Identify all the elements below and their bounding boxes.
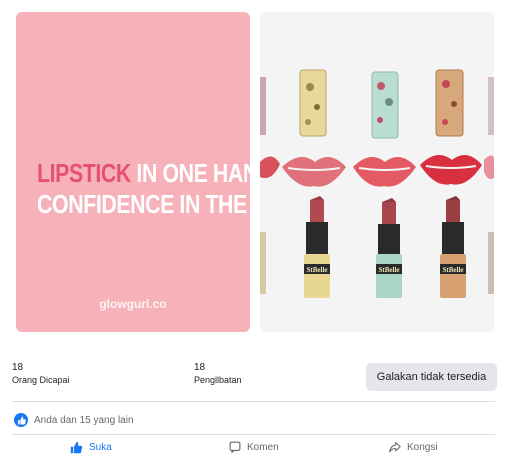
stats-divider bbox=[12, 401, 495, 402]
product-brand-label: StBelle bbox=[443, 266, 464, 274]
lip-print-row bbox=[260, 155, 494, 187]
promo-quote-image[interactable]: LIPSTICK IN ONE HAND CONFIDENCE IN THE O… bbox=[16, 12, 250, 332]
actions-divider bbox=[12, 434, 495, 435]
lipstick-product-photo[interactable]: StBelle StBelle StBelle bbox=[260, 12, 494, 332]
brand-watermark: glowgurl.co bbox=[99, 297, 167, 311]
share-button-label: Kongsi bbox=[407, 441, 438, 453]
promo-line-1: LIPSTICK IN ONE HAND bbox=[37, 158, 250, 189]
promo-line-2: CONFIDENCE IN THE OTHER bbox=[37, 189, 250, 219]
like-button[interactable]: Suka bbox=[70, 441, 112, 454]
reach-count: 18 bbox=[12, 362, 24, 373]
engagement-label: Pengllbatan bbox=[194, 375, 242, 385]
engagement-stat: 18 Pengllbatan bbox=[194, 362, 242, 386]
reach-label: Orang Dicapai bbox=[12, 375, 70, 385]
comment-button[interactable]: Komen bbox=[229, 441, 279, 453]
thumbs-up-icon bbox=[70, 441, 83, 454]
like-button-label: Suka bbox=[89, 442, 112, 453]
post-insights-bar: 18 Orang Dicapai 18 Pengllbatan Galakan … bbox=[0, 360, 505, 396]
promo-line-1-rest: IN ONE HAND bbox=[136, 158, 250, 188]
boost-unavailable-button[interactable]: Galakan tidak tersedia bbox=[366, 363, 497, 391]
post-image-gallery: LIPSTICK IN ONE HAND CONFIDENCE IN THE O… bbox=[0, 0, 505, 340]
promo-highlight-word: LIPSTICK bbox=[37, 158, 131, 188]
lipstick-bullet-row: StBelle StBelle StBelle bbox=[260, 196, 494, 298]
lipstick-product-illustration: StBelle StBelle StBelle bbox=[260, 69, 494, 298]
product-brand-label: StBelle bbox=[307, 266, 328, 274]
share-arrow-icon bbox=[389, 441, 401, 453]
share-button[interactable]: Kongsi bbox=[389, 441, 438, 453]
engagement-count: 18 bbox=[194, 362, 206, 373]
product-brand-label: StBelle bbox=[379, 266, 400, 274]
post-action-bar: Suka Komen Kongsi bbox=[0, 441, 505, 455]
like-reaction-icon bbox=[14, 413, 28, 427]
reach-stat: 18 Orang Dicapai bbox=[12, 362, 70, 386]
comment-icon bbox=[229, 441, 241, 453]
reaction-summary[interactable]: Anda dan 15 yang lain bbox=[14, 412, 134, 428]
reaction-summary-text: Anda dan 15 yang lain bbox=[34, 414, 134, 426]
lipstick-cap-row bbox=[260, 69, 494, 139]
comment-button-label: Komen bbox=[247, 441, 279, 453]
promo-quote: LIPSTICK IN ONE HAND CONFIDENCE IN THE O… bbox=[37, 158, 250, 220]
